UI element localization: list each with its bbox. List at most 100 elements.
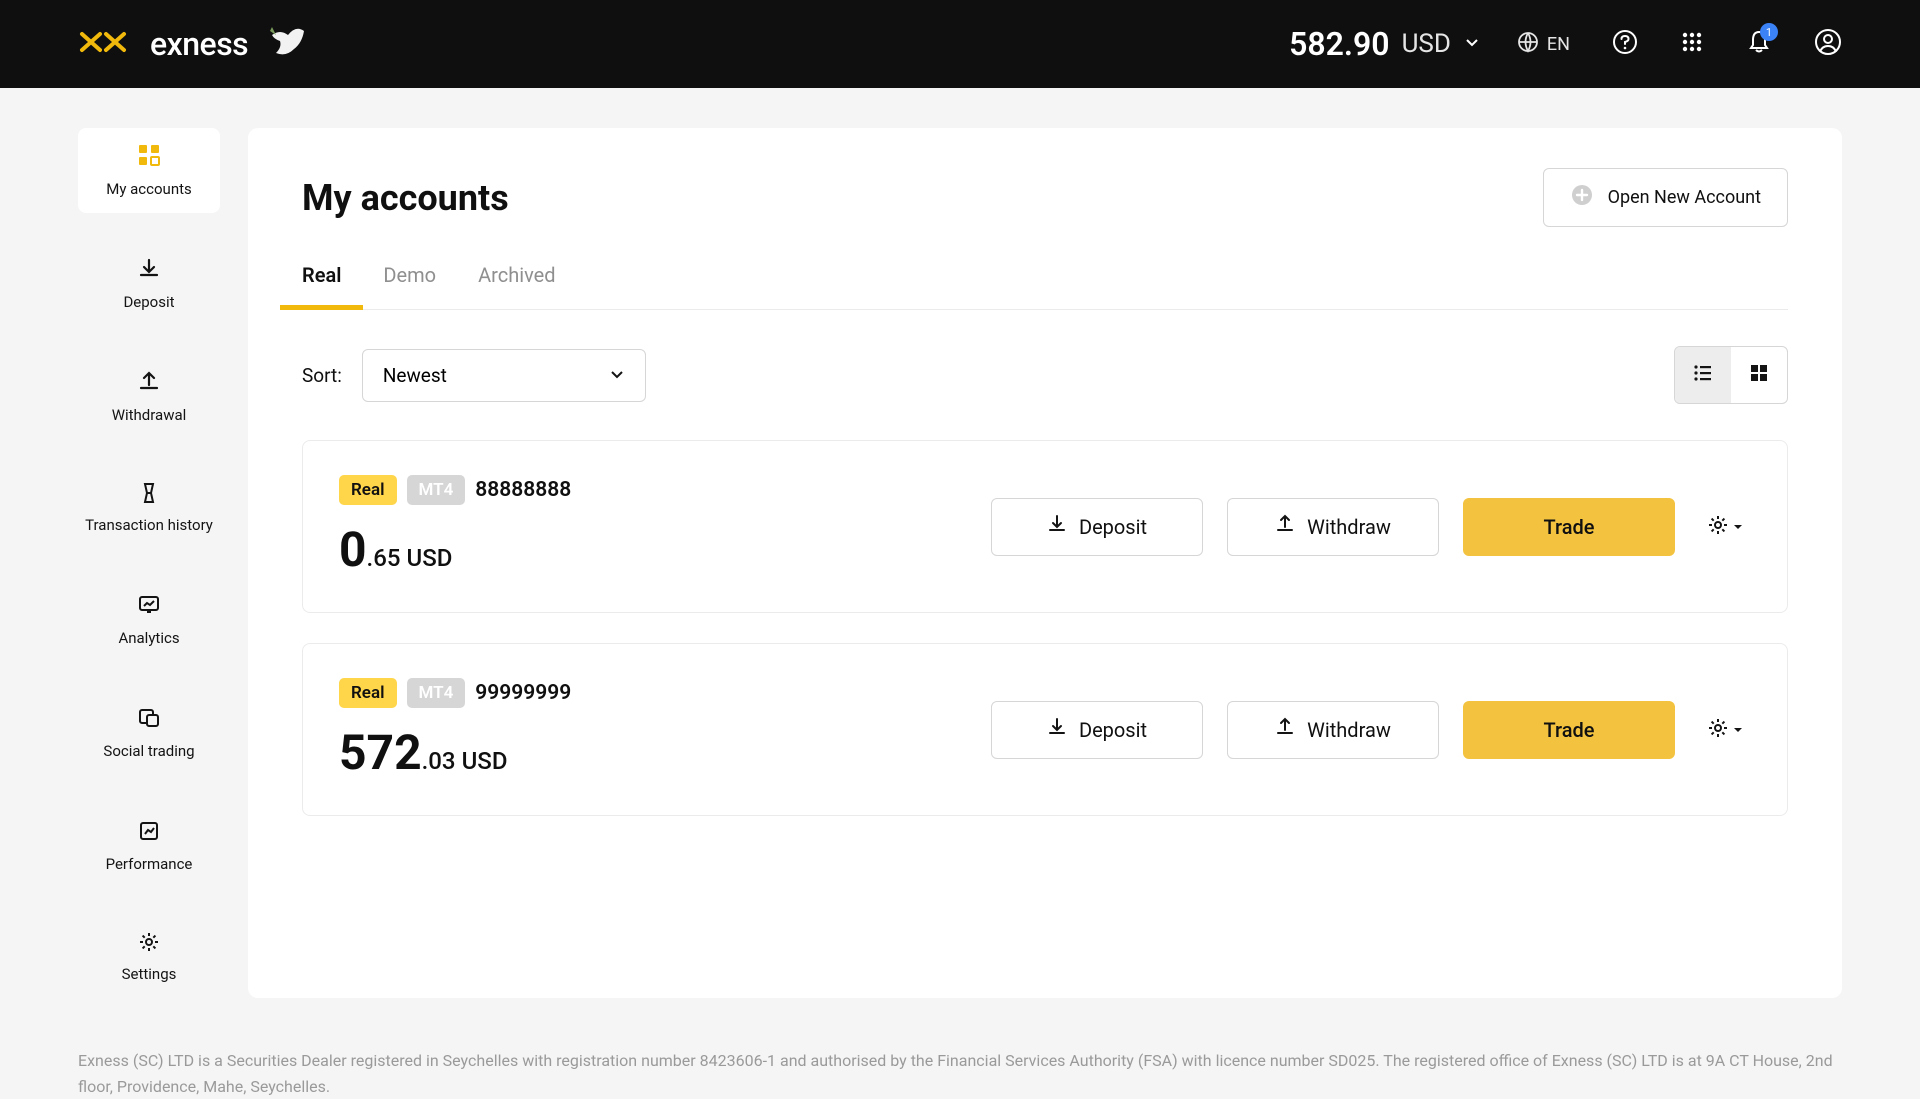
page-header-row: My accounts Open New Account — [302, 168, 1788, 227]
sidebar-item-transaction-history[interactable]: Transaction history — [78, 468, 220, 549]
balance-decimal: .03 — [422, 747, 456, 775]
notifications-button[interactable]: 1 — [1746, 29, 1772, 59]
header-right: 582.90 USD EN 1 — [1289, 25, 1842, 63]
deposit-button[interactable]: Deposit — [991, 701, 1203, 759]
account-actions: Deposit Withdraw Trade — [991, 498, 1751, 556]
sort-dropdown[interactable]: Newest — [362, 349, 646, 402]
withdraw-label: Withdraw — [1307, 515, 1391, 539]
social-trading-icon — [137, 706, 161, 734]
view-toggle — [1674, 346, 1788, 404]
header-left: exness — [78, 21, 308, 67]
caret-down-icon — [1733, 720, 1743, 739]
legal-footer: Exness (SC) LTD is a Securities Dealer r… — [0, 998, 1920, 1099]
grid-icon — [1748, 362, 1770, 388]
plus-circle-icon — [1570, 183, 1594, 212]
deposit-icon — [1047, 717, 1067, 742]
balance-amount: 582.90 — [1289, 25, 1390, 63]
deposit-button[interactable]: Deposit — [991, 498, 1203, 556]
account-tags: Real MT4 99999999 — [339, 678, 571, 708]
language-selector[interactable]: EN — [1517, 31, 1570, 58]
account-tags: Real MT4 88888888 — [339, 475, 571, 505]
deposit-label: Deposit — [1079, 515, 1147, 539]
withdraw-button[interactable]: Withdraw — [1227, 701, 1439, 759]
open-new-account-button[interactable]: Open New Account — [1543, 168, 1788, 227]
list-view-button[interactable] — [1675, 347, 1731, 403]
account-card: Real MT4 88888888 0 .65 USD Deposit With — [302, 440, 1788, 613]
open-new-account-label: Open New Account — [1608, 187, 1761, 208]
withdraw-button[interactable]: Withdraw — [1227, 498, 1439, 556]
sort-label: Sort: — [302, 364, 342, 387]
deposit-icon — [137, 257, 161, 285]
withdraw-label: Withdraw — [1307, 718, 1391, 742]
withdraw-icon — [1275, 717, 1295, 742]
sidebar-item-settings[interactable]: Settings — [78, 917, 220, 998]
sidebar-item-my-accounts[interactable]: My accounts — [78, 128, 220, 213]
sidebar-item-analytics[interactable]: Analytics — [78, 579, 220, 662]
sidebar-item-deposit[interactable]: Deposit — [78, 243, 220, 326]
account-settings-dropdown[interactable] — [1699, 717, 1751, 743]
chevron-down-icon — [609, 364, 625, 387]
balance-currency: USD — [1402, 29, 1451, 59]
sort-value: Newest — [383, 364, 447, 387]
account-actions: Deposit Withdraw Trade — [991, 701, 1751, 759]
sidebar-item-performance[interactable]: Performance — [78, 805, 220, 888]
balance-decimal: .65 — [367, 544, 401, 572]
language-code: EN — [1547, 34, 1570, 55]
account-id: 88888888 — [475, 478, 571, 502]
apps-grid-button[interactable] — [1680, 30, 1704, 58]
account-settings-dropdown[interactable] — [1699, 514, 1751, 540]
analytics-icon — [137, 593, 161, 621]
account-id: 99999999 — [475, 681, 571, 705]
sidebar-item-label: Social trading — [103, 742, 194, 761]
help-button[interactable] — [1612, 29, 1638, 59]
main-panel: My accounts Open New Account Real Demo A… — [248, 128, 1842, 998]
gear-icon — [1707, 514, 1729, 540]
trade-label: Trade — [1544, 718, 1595, 742]
page-title: My accounts — [302, 177, 509, 219]
notification-badge: 1 — [1760, 23, 1778, 41]
app-header: exness 582.90 USD EN — [0, 0, 1920, 88]
sort-group: Sort: Newest — [302, 349, 646, 402]
performance-icon — [137, 819, 161, 847]
grid-view-button[interactable] — [1731, 347, 1787, 403]
globe-icon — [1517, 31, 1539, 58]
tab-demo[interactable]: Demo — [383, 257, 436, 309]
account-platform-tag: MT4 — [407, 678, 466, 708]
withdraw-icon — [1275, 514, 1295, 539]
account-balance: 572 .03 USD — [339, 724, 571, 781]
account-platform-tag: MT4 — [407, 475, 466, 505]
sidebar-item-social-trading[interactable]: Social trading — [78, 692, 220, 775]
deposit-icon — [1047, 514, 1067, 539]
sidebar-item-label: My accounts — [106, 180, 192, 199]
sidebar-item-label: Settings — [122, 965, 177, 984]
account-info: Real MT4 88888888 0 .65 USD — [339, 475, 571, 578]
sidebar-nav: My accounts Deposit Withdrawal Transacti… — [78, 88, 220, 998]
withdrawal-icon — [137, 370, 161, 398]
balance-integer: 572 — [339, 724, 422, 781]
trade-label: Trade — [1544, 515, 1595, 539]
gear-icon — [1707, 717, 1729, 743]
tab-archived[interactable]: Archived — [478, 257, 555, 309]
sidebar-item-label: Performance — [106, 855, 193, 874]
main-layout: My accounts Deposit Withdrawal Transacti… — [0, 88, 1920, 998]
sidebar-item-withdrawal[interactable]: Withdrawal — [78, 356, 220, 439]
sidebar-item-label: Withdrawal — [112, 406, 187, 425]
sidebar-item-label: Deposit — [123, 293, 174, 312]
account-type-tag: Real — [339, 678, 397, 708]
balance-dropdown[interactable]: 582.90 USD — [1289, 25, 1481, 63]
caret-down-icon — [1733, 517, 1743, 536]
dove-icon — [266, 21, 308, 67]
account-tabs: Real Demo Archived — [302, 257, 1788, 310]
trade-button[interactable]: Trade — [1463, 701, 1675, 759]
balance-integer: 0 — [339, 521, 367, 578]
profile-button[interactable] — [1814, 28, 1842, 60]
list-icon — [1692, 362, 1714, 388]
chevron-down-icon — [1463, 33, 1481, 55]
tab-real[interactable]: Real — [302, 257, 341, 309]
balance-currency: USD — [407, 544, 453, 572]
trade-button[interactable]: Trade — [1463, 498, 1675, 556]
list-toolbar: Sort: Newest — [302, 346, 1788, 404]
brand-logo[interactable]: exness — [78, 25, 248, 63]
logo-mark-icon — [78, 26, 140, 62]
accounts-icon — [136, 142, 162, 172]
